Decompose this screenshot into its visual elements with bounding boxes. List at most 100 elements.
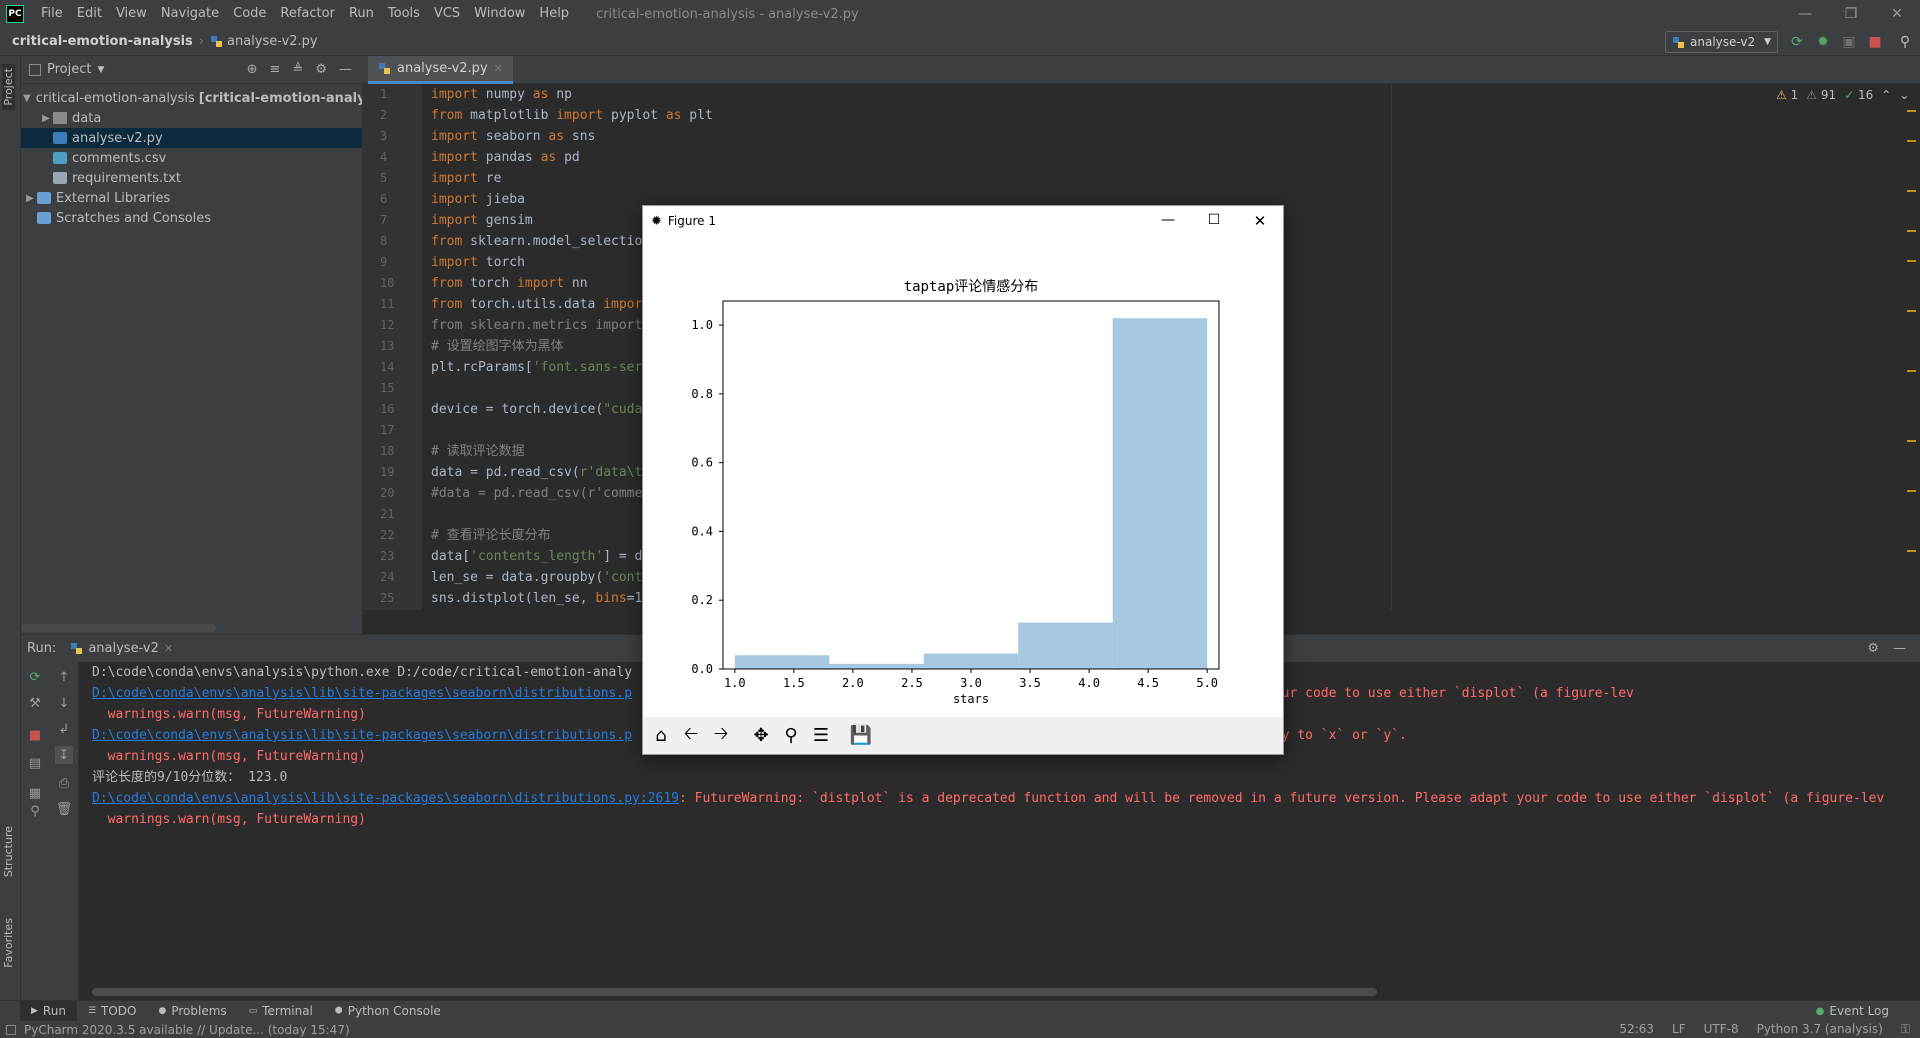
menu-edit[interactable]: Edit <box>70 0 109 28</box>
caret-position[interactable]: 52:63 <box>1619 1022 1654 1037</box>
tree-item-requirements-txt[interactable]: requirements.txt <box>21 168 362 188</box>
breadcrumb-project[interactable]: critical-emotion-analysis <box>12 34 193 49</box>
tool-tab-problems[interactable]: ● Problems <box>147 1001 237 1022</box>
code-line[interactable]: import numpy as np <box>422 84 1392 105</box>
tool-tab-python-console[interactable]: ⬢ Python Console <box>324 1001 452 1022</box>
home-icon[interactable]: ⌂ <box>647 722 675 750</box>
maximize-icon[interactable]: ☐ <box>1191 212 1237 230</box>
tree-item-data[interactable]: ▶ data <box>21 108 362 128</box>
rerun-icon[interactable]: ⟳ <box>26 668 44 686</box>
pushpin-icon[interactable]: ⚲ <box>26 802 44 820</box>
menu-navigate[interactable]: Navigate <box>154 0 226 28</box>
minimize-icon[interactable]: — <box>1145 212 1191 230</box>
file-encoding[interactable]: UTF-8 <box>1704 1022 1739 1037</box>
tree-item-critical-emotion-analysis[interactable]: ▼ critical-emotion-analysis [critical-emot… <box>21 88 391 108</box>
tool-tab-todo[interactable]: ☰ TODO <box>77 1001 148 1022</box>
chevron-down-icon[interactable]: ⌄ <box>1899 88 1909 102</box>
configure-icon[interactable]: ☰ <box>807 722 835 750</box>
print-icon[interactable]: ⎙ <box>55 774 73 792</box>
tree-item-scratches-and-consoles[interactable]: Scratches and Consoles <box>21 208 362 228</box>
inspection-widget[interactable]: ⚠ 1 ⚠ 91 ✓ 16 ⌃ ⌄ <box>1776 88 1909 102</box>
horizontal-scrollbar[interactable] <box>92 988 1377 996</box>
trash-icon[interactable]: 🗑 <box>55 800 73 818</box>
file-link[interactable]: D:\code\conda\envs\analysis\lib\site-pac… <box>92 728 632 743</box>
layout-toggle-icon[interactable] <box>6 1024 16 1035</box>
menu-vcs[interactable]: VCS <box>427 0 467 28</box>
chevron-right-icon[interactable]: ▶ <box>23 193 37 204</box>
status-message[interactable]: PyCharm 2020.3.5 available // Update... … <box>24 1023 350 1037</box>
file-link[interactable]: D:\code\conda\envs\analysis\lib\site-pac… <box>92 791 679 806</box>
expand-all-icon[interactable]: ≡ <box>270 62 281 77</box>
menu-refactor[interactable]: Refactor <box>273 0 342 28</box>
chevron-right-icon[interactable]: ▶ <box>39 113 53 124</box>
collapse-all-icon[interactable]: ≜ <box>292 62 303 77</box>
restore-icon[interactable]: ❐ <box>1828 0 1874 28</box>
favorites-tool-tab[interactable]: Favorites <box>2 918 15 968</box>
project-tool-tab[interactable]: Project <box>2 64 15 110</box>
chevron-up-icon[interactable]: ⌃ <box>1881 88 1891 102</box>
hide-icon[interactable]: — <box>339 62 352 77</box>
locate-icon[interactable]: ⊕ <box>247 62 258 77</box>
save-icon[interactable]: 💾 <box>847 722 875 750</box>
project-view-label[interactable]: Project <box>47 62 91 77</box>
python-interpreter[interactable]: Python 3.7 (analysis) <box>1757 1022 1883 1037</box>
search-icon[interactable]: ⚲ <box>1896 33 1914 51</box>
coverage-icon[interactable]: ▣ <box>1840 33 1858 51</box>
tree-item-comments-csv[interactable]: comments.csv <box>21 148 362 168</box>
soft-wrap-icon[interactable]: ↲ <box>55 720 73 738</box>
close-icon[interactable]: ✕ <box>1237 212 1283 230</box>
file-link[interactable]: D:\code\conda\envs\analysis\lib\site-pac… <box>92 686 632 701</box>
menu-run[interactable]: Run <box>342 0 381 28</box>
close-icon[interactable]: ✕ <box>1874 0 1920 28</box>
run-tab-analyse-v2[interactable]: analyse-v2 ✕ <box>70 641 173 656</box>
tree-item-external-libraries[interactable]: ▶ External Libraries <box>21 188 362 208</box>
back-icon[interactable]: 🡠 <box>677 722 705 750</box>
line-separator[interactable]: LF <box>1672 1022 1686 1037</box>
restore-layout-icon[interactable]: ▤ <box>26 754 44 772</box>
menu-view[interactable]: View <box>109 0 154 28</box>
scroll-to-end-icon[interactable]: ↧ <box>55 746 73 764</box>
code-line[interactable]: import seaborn as sns <box>422 126 1392 147</box>
tool-tab-run[interactable]: ▶ Run <box>20 1000 77 1022</box>
code-line[interactable]: from matplotlib import pyplot as plt <box>422 105 1392 126</box>
figure-title-bar[interactable]: ✹ Figure 1 — ☐ ✕ <box>643 206 1283 236</box>
wrench-icon[interactable]: ⚒ <box>26 694 44 712</box>
pan-icon[interactable]: ✥ <box>747 722 775 750</box>
tab-analyse-v2[interactable]: analyse-v2.py ✕ <box>368 56 513 84</box>
chart-canvas[interactable]: taptap评论情感分布 1.0 1.5 2.0 2.5 3.0 3.5 4.0 4.5 5.0 0… <box>643 236 1283 716</box>
event-log-tab[interactable]: ● Event Log <box>1805 1001 1900 1022</box>
menu-file[interactable]: File <box>34 0 70 28</box>
run-configuration-selector[interactable]: analyse-v2 ▼ <box>1665 31 1778 53</box>
tree-item-analyse-v2-py[interactable]: analyse-v2.py <box>21 128 362 148</box>
breadcrumb-file[interactable]: analyse-v2.py <box>210 34 318 49</box>
menu-window[interactable]: Window <box>467 0 532 28</box>
debug-icon[interactable]: ✹ <box>1814 33 1832 51</box>
stop-icon[interactable]: ■ <box>1866 33 1884 51</box>
rerun-icon[interactable]: ⟳ <box>1788 33 1806 51</box>
close-tab-icon[interactable]: ✕ <box>164 642 173 655</box>
x-tick-label: 2.5 <box>901 676 923 690</box>
menu-help[interactable]: Help <box>532 0 576 28</box>
hide-icon[interactable]: — <box>1893 641 1906 656</box>
arrow-up-icon[interactable]: ↑ <box>55 668 73 686</box>
horizontal-scrollbar[interactable] <box>21 624 216 632</box>
chart-bar <box>829 663 924 669</box>
lock-icon[interactable]: ⚿ <box>1901 1022 1910 1037</box>
chevron-down-icon[interactable]: ▼ <box>97 65 104 75</box>
arrow-down-icon[interactable]: ↓ <box>55 694 73 712</box>
error-stripe[interactable] <box>1905 110 1917 610</box>
zoom-icon[interactable]: ⚲ <box>777 722 805 750</box>
structure-tool-tab[interactable]: Structure <box>2 826 15 877</box>
menu-code[interactable]: Code <box>226 0 273 28</box>
menu-tools[interactable]: Tools <box>381 0 427 28</box>
gear-icon[interactable]: ⚙ <box>1867 641 1879 656</box>
code-line[interactable]: import re <box>422 168 1392 189</box>
minimize-icon[interactable]: — <box>1782 0 1828 28</box>
chevron-down-icon[interactable]: ▼ <box>23 93 31 104</box>
forward-icon[interactable]: 🡢 <box>707 722 735 750</box>
code-line[interactable]: import pandas as pd <box>422 147 1392 168</box>
gear-icon[interactable]: ⚙ <box>315 62 327 77</box>
close-tab-icon[interactable]: ✕ <box>494 62 503 75</box>
tool-tab-terminal[interactable]: ▭ Terminal <box>238 1001 324 1022</box>
stop-icon[interactable]: ■ <box>26 726 44 744</box>
